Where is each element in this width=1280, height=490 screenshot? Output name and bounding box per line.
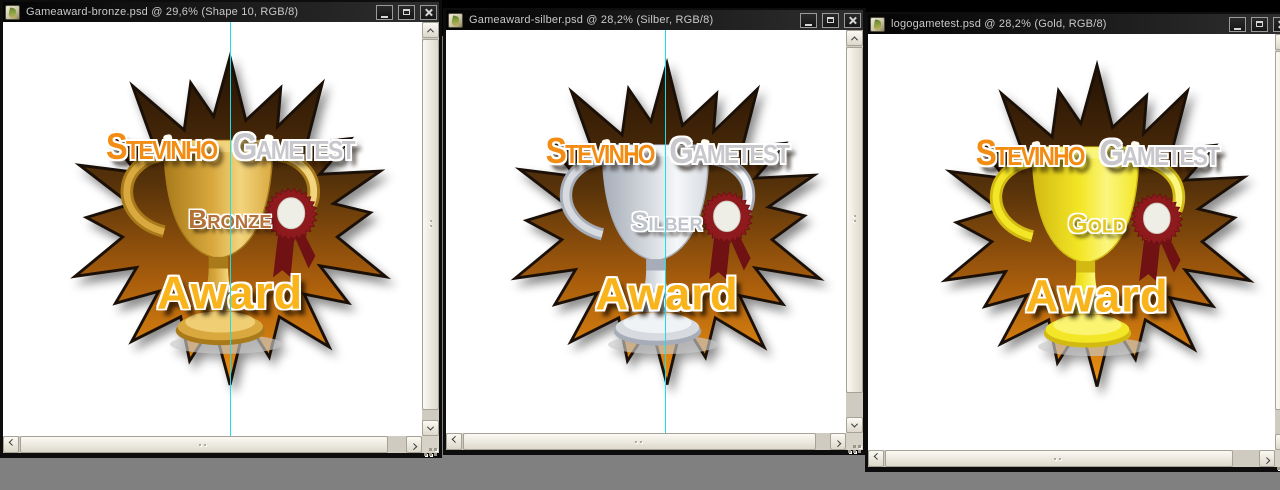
horizontal-scroll-thumb[interactable] <box>885 450 1233 467</box>
chevron-up-icon <box>851 36 858 43</box>
maximize-button[interactable] <box>1251 17 1268 32</box>
close-icon <box>848 16 857 25</box>
minimize-icon <box>381 9 388 18</box>
window-title: Gameaward-bronze.psd @ 29,6% (Shape 10, … <box>26 6 372 18</box>
brand-second-word: Gametest <box>232 127 354 168</box>
brand-first-word: Stevinho <box>106 127 216 168</box>
chevron-left-icon <box>8 439 15 446</box>
scroll-right-button[interactable] <box>406 436 422 453</box>
medal-label: Gold <box>926 210 1268 239</box>
brand-first-word: Stevinho <box>976 134 1084 174</box>
scroll-right-button[interactable] <box>830 433 846 450</box>
vertical-scrollbar[interactable] <box>422 22 439 436</box>
minimize-button[interactable] <box>1229 17 1246 32</box>
scroll-down-button[interactable] <box>422 420 439 436</box>
resize-grip[interactable] <box>846 433 863 450</box>
thumb-grip-icon <box>429 220 433 230</box>
scroll-down-button[interactable] <box>1275 434 1280 450</box>
vertical-scroll-thumb[interactable] <box>1275 51 1280 410</box>
chevron-down-icon <box>427 423 434 430</box>
chevron-right-icon <box>1263 457 1270 464</box>
psd-file-icon <box>870 17 885 32</box>
vertical-guide <box>665 30 666 433</box>
document-canvas[interactable]: Stevinho Gametest Silber Award <box>446 30 846 433</box>
vertical-guide <box>230 22 231 436</box>
scroll-left-button[interactable] <box>868 450 884 467</box>
window-body: Stevinho Gametest Gold Award <box>868 34 1280 467</box>
vertical-scrollbar[interactable] <box>1275 34 1280 450</box>
window-controls <box>1229 17 1280 32</box>
scroll-up-button[interactable] <box>422 22 439 38</box>
horizontal-scrollbar[interactable] <box>3 436 422 453</box>
brand-title: Stevinho Gametest <box>935 134 1259 175</box>
thumb-grip-icon <box>1054 457 1064 461</box>
window-gold: logogametest.psd @ 28,2% (Gold, RGB/8) S… <box>865 12 1280 472</box>
maximize-icon <box>403 9 410 15</box>
horizontal-scrollbar[interactable] <box>446 433 846 450</box>
vertical-scroll-thumb[interactable] <box>422 39 439 410</box>
minimize-icon <box>1234 21 1241 30</box>
titlebar-gold[interactable]: logogametest.psd @ 28,2% (Gold, RGB/8) <box>868 14 1280 34</box>
award-word: Award <box>496 269 838 321</box>
window-title: logogametest.psd @ 28,2% (Gold, RGB/8) <box>891 18 1225 30</box>
chevron-left-icon <box>451 436 458 443</box>
scroll-up-button[interactable] <box>846 30 863 46</box>
scroll-left-button[interactable] <box>446 433 462 450</box>
thumb-grip-icon <box>635 440 645 444</box>
close-button[interactable] <box>420 5 437 20</box>
psd-file-icon <box>448 13 463 28</box>
minimize-button[interactable] <box>376 5 393 20</box>
document-canvas[interactable]: Stevinho Gametest Bronze Award <box>3 22 422 436</box>
window-body: Stevinho Gametest Silber Award <box>446 30 863 450</box>
chevron-up-icon <box>427 28 434 35</box>
psd-file-icon <box>5 5 20 20</box>
maximize-icon <box>827 17 834 23</box>
horizontal-scroll-thumb[interactable] <box>20 436 388 453</box>
award-artwork: Stevinho Gametest Gold Award <box>926 54 1268 396</box>
brand-second-word: Gametest <box>669 132 788 172</box>
brand-title: Stevinho Gametest <box>505 132 829 173</box>
close-button[interactable] <box>844 13 861 28</box>
vertical-scrollbar[interactable] <box>846 30 863 433</box>
scroll-left-button[interactable] <box>3 436 19 453</box>
thumb-grip-icon <box>199 443 209 447</box>
horizontal-scrollbar[interactable] <box>868 450 1275 467</box>
window-silber: Gameaward-silber.psd @ 28,2% (Silber, RG… <box>443 8 866 455</box>
titlebar-bronze[interactable]: Gameaward-bronze.psd @ 29,6% (Shape 10, … <box>3 2 439 22</box>
thumb-grip-icon <box>853 215 857 225</box>
titlebar-silber[interactable]: Gameaward-silber.psd @ 28,2% (Silber, RG… <box>446 10 863 30</box>
chevron-down-icon <box>851 420 858 427</box>
close-button[interactable] <box>1273 17 1280 32</box>
maximize-button[interactable] <box>822 13 839 28</box>
scroll-down-button[interactable] <box>846 417 863 433</box>
medal-label: Silber <box>496 208 838 237</box>
scroll-right-button[interactable] <box>1259 450 1275 467</box>
scroll-up-button[interactable] <box>1275 34 1280 50</box>
resize-grip[interactable] <box>422 436 439 453</box>
window-controls <box>376 5 437 20</box>
resize-grip[interactable] <box>1275 450 1280 467</box>
chevron-right-icon <box>410 443 417 450</box>
horizontal-scroll-thumb[interactable] <box>463 433 816 450</box>
window-controls <box>800 13 861 28</box>
minimize-button[interactable] <box>800 13 817 28</box>
award-word: Award <box>926 271 1268 323</box>
window-title: Gameaward-silber.psd @ 28,2% (Silber, RG… <box>469 14 796 26</box>
chevron-right-icon <box>834 440 841 447</box>
document-canvas[interactable]: Stevinho Gametest Gold Award <box>868 34 1275 450</box>
vertical-scroll-thumb[interactable] <box>846 47 863 393</box>
award-artwork: Stevinho Gametest Silber Award <box>496 52 838 394</box>
maximize-button[interactable] <box>398 5 415 20</box>
window-bronze: Gameaward-bronze.psd @ 29,6% (Shape 10, … <box>0 0 442 458</box>
chevron-left-icon <box>873 453 880 460</box>
brand-first-word: Stevinho <box>546 132 654 172</box>
maximize-icon <box>1256 21 1263 27</box>
minimize-icon <box>805 17 812 26</box>
close-icon <box>424 8 433 17</box>
window-body: Stevinho Gametest Bronze Award <box>3 22 439 453</box>
brand-second-word: Gametest <box>1099 134 1218 174</box>
